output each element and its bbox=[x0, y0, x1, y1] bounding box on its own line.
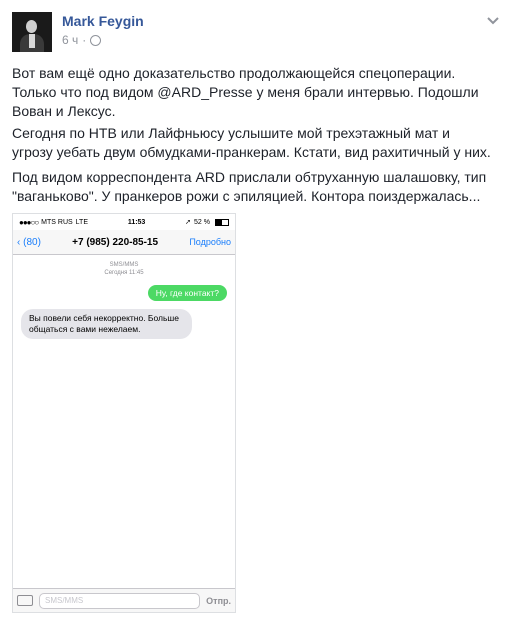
details-button: Подробно bbox=[189, 237, 231, 247]
incoming-message: Вы повели себя некорректно. Больше общат… bbox=[21, 309, 192, 339]
service-label: SMS/MMS bbox=[109, 262, 139, 268]
clock: 11:53 bbox=[127, 218, 146, 226]
conversation-header: ‹ (80) +7 (985) 220-85-15 Подробно bbox=[13, 230, 235, 255]
post-time[interactable]: 6 ч bbox=[62, 33, 78, 47]
back-count: (80) bbox=[23, 236, 41, 248]
separator-dot: · bbox=[82, 33, 87, 47]
author-name[interactable]: Mark Feygin bbox=[62, 13, 144, 29]
post-paragraph: Под видом корреспондента ARD прислали об… bbox=[12, 169, 487, 204]
signal-icon: ●●●○○ bbox=[19, 217, 39, 227]
post-paragraph: Вот вам ещё одно доказательство продолжа… bbox=[12, 65, 479, 119]
send-button: Отпр. bbox=[206, 595, 231, 606]
compose-bar: SMS/MMS Отпр. bbox=[13, 588, 235, 612]
message-input: SMS/MMS bbox=[39, 592, 201, 609]
date-label: Сегодня 11:45 bbox=[104, 270, 144, 276]
battery-icon bbox=[215, 218, 229, 226]
status-bar: ●●●○○ MTS RUS LTE 11:53 ➚ 52 % bbox=[13, 214, 235, 230]
network-type: LTE bbox=[75, 218, 88, 226]
back-button: ‹ (80) bbox=[17, 236, 41, 248]
post-paragraph: Сегодня по НТВ или Лайфньюсу услышите мо… bbox=[12, 125, 491, 160]
chevron-down-icon[interactable] bbox=[485, 12, 501, 28]
outgoing-message: Ну, где контакт? bbox=[147, 285, 227, 301]
message-thread: SMS/MMS Сегодня 11:45 Ну, где контакт? В… bbox=[13, 255, 235, 573]
camera-icon bbox=[17, 595, 33, 606]
post-meta: 6 ч · bbox=[62, 33, 102, 47]
contact-number: +7 (985) 220-85-15 bbox=[72, 236, 159, 248]
avatar[interactable] bbox=[12, 12, 52, 52]
carrier: MTS RUS bbox=[41, 218, 73, 226]
globe-icon[interactable] bbox=[90, 34, 102, 46]
facebook-post: Mark Feygin 6 ч · Вот вам ещё одно доказ… bbox=[0, 0, 511, 626]
thread-info: SMS/MMS Сегодня 11:45 bbox=[13, 261, 235, 277]
sms-screenshot[interactable]: ●●●○○ MTS RUS LTE 11:53 ➚ 52 % ‹ (80) +7… bbox=[12, 213, 236, 613]
location-icon: ➚ bbox=[185, 219, 192, 226]
battery-percent: 52 % bbox=[194, 218, 210, 226]
